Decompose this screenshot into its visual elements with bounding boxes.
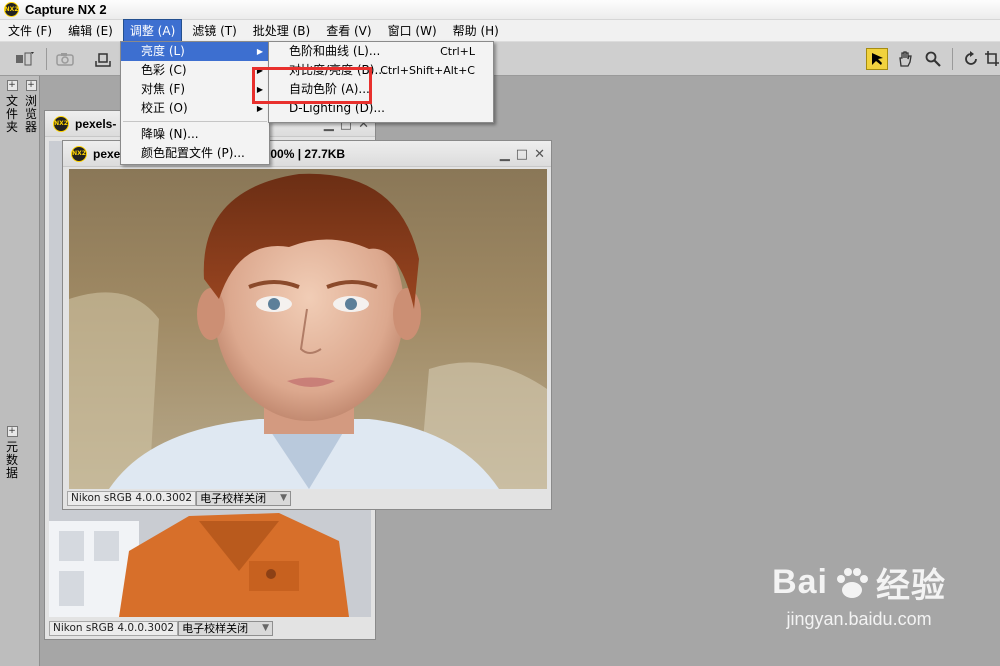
dropdown-arrow-icon: ▼	[262, 622, 270, 633]
menu-help[interactable]: 帮助 (H)	[447, 20, 505, 41]
close-icon[interactable]: ✕	[534, 147, 545, 162]
metadata-label: 元数据	[5, 440, 18, 480]
annotation-highlight-box	[252, 67, 372, 104]
title-bar: NX2 Capture NX 2	[0, 0, 1000, 20]
left-dock: + 文件夹 + 浏览器 + 元数据	[0, 76, 40, 666]
softproof-label: 电子校样关闭	[200, 491, 267, 505]
menu-file[interactable]: 文件 (F)	[2, 20, 58, 41]
app-title: Capture NX 2	[25, 2, 107, 17]
menu-filter[interactable]: 滤镜 (T)	[186, 20, 243, 41]
menu-item-label: 降噪 (N)...	[141, 127, 199, 141]
menu-bar: 文件 (F) 编辑 (E) 调整 (A) 滤镜 (T) 批处理 (B) 查看 (…	[0, 19, 1000, 42]
menu-shortcut: Ctrl+Shift+Alt+C	[380, 64, 475, 77]
camera-icon	[54, 48, 76, 70]
zoom-icon[interactable]	[922, 48, 944, 70]
menu-batch[interactable]: 批处理 (B)	[247, 20, 316, 41]
menu-item-focus[interactable]: 对焦 (F) ▶	[121, 80, 269, 99]
paw-icon	[837, 567, 868, 598]
menu-item-levels-curves[interactable]: 色阶和曲线 (L)... Ctrl+L	[269, 42, 493, 61]
portrait-photo	[69, 169, 547, 489]
expand-icon[interactable]: +	[6, 80, 18, 91]
crop-icon[interactable]	[984, 48, 1000, 70]
dropdown-arrow-icon: ▼	[280, 492, 288, 503]
window-logo-icon: NX2	[71, 145, 87, 162]
menu-separator	[123, 121, 267, 122]
menu-item-color[interactable]: 色彩 (C) ▶	[121, 61, 269, 80]
metadata-panel-tab[interactable]: + 元数据	[3, 426, 21, 480]
status-bar: Nikon sRGB 4.0.0.3002 电子校样关闭 ▼	[67, 490, 292, 506]
menu-item-color-profile[interactable]: 颜色配置文件 (P)...	[121, 144, 269, 163]
toolbar-separator	[952, 48, 953, 70]
status-bar: Nikon sRGB 4.0.0.3002 电子校样关闭 ▼	[49, 620, 274, 636]
folders-label: 文件夹	[5, 94, 18, 134]
maximize-icon[interactable]: □	[516, 147, 528, 162]
softproof-label: 电子校样关闭	[182, 621, 249, 635]
menu-item-label: 颜色配置文件 (P)...	[141, 146, 245, 160]
window-title: pexe	[93, 146, 121, 161]
print-icon[interactable]	[92, 48, 114, 70]
front-image-window[interactable]: NX2 pexe 00% | 27.7KB ▁ □ ✕ Nikon sRGB 4…	[62, 140, 552, 510]
color-profile-label: Nikon sRGB 4.0.0.3002	[67, 490, 197, 506]
expand-icon[interactable]: +	[25, 80, 37, 91]
hand-icon[interactable]	[894, 48, 916, 70]
watermark-logo: Bai 经验	[772, 558, 946, 607]
window-zoom-size: 00% | 27.7KB	[270, 146, 346, 161]
menu-item-correction[interactable]: 校正 (O) ▶	[121, 99, 269, 118]
menu-item-label: 校正 (O)	[141, 101, 188, 115]
menu-window[interactable]: 窗口 (W)	[382, 20, 443, 41]
watermark-brand: Bai	[772, 563, 828, 601]
menu-item-label: 色阶和曲线 (L)...	[289, 44, 381, 58]
folders-panel-tab[interactable]: + 文件夹	[3, 80, 21, 134]
menu-edit[interactable]: 编辑 (E)	[62, 20, 119, 41]
window-logo-icon: NX2	[53, 115, 69, 132]
expand-icon[interactable]: +	[6, 426, 18, 437]
submenu-arrow-icon: ▶	[256, 47, 263, 56]
toolbar-separator	[46, 48, 47, 70]
workspace-icon[interactable]	[14, 48, 36, 70]
softproof-select[interactable]: 电子校样关闭 ▼	[178, 620, 274, 636]
watermark-brand-suffix: 经验	[876, 567, 946, 605]
browser-panel-tab[interactable]: + 浏览器	[22, 80, 40, 134]
menu-adjust[interactable]: 调整 (A)	[122, 19, 183, 42]
menu-shortcut: Ctrl+L	[440, 45, 475, 58]
adjust-menu: 亮度 (L) ▶ 色彩 (C) ▶ 对焦 (F) ▶ 校正 (O) ▶ 降噪 (…	[120, 41, 270, 165]
menu-item-brightness[interactable]: 亮度 (L) ▶	[121, 42, 269, 61]
softproof-select[interactable]: 电子校样关闭 ▼	[196, 490, 292, 506]
menu-item-label: 亮度 (L)	[141, 44, 185, 58]
watermark: Bai 经验 jingyan.baidu.com	[772, 558, 946, 630]
minimize-icon[interactable]: ▁	[500, 147, 510, 162]
menu-item-label: 对焦 (F)	[141, 82, 186, 96]
rotate-icon[interactable]	[960, 48, 982, 70]
menu-item-noise-reduction[interactable]: 降噪 (N)...	[121, 125, 269, 144]
menu-view[interactable]: 查看 (V)	[320, 20, 377, 41]
menu-item-label: 色彩 (C)	[141, 63, 187, 77]
watermark-url: jingyan.baidu.com	[786, 609, 932, 629]
window-controls: ▁ □ ✕	[500, 147, 545, 162]
window-title: pexels-	[75, 116, 117, 131]
pointer-icon[interactable]	[866, 48, 888, 70]
browser-label: 浏览器	[24, 94, 37, 134]
app-logo: NX2	[4, 2, 19, 17]
color-profile-label: Nikon sRGB 4.0.0.3002	[49, 620, 179, 636]
